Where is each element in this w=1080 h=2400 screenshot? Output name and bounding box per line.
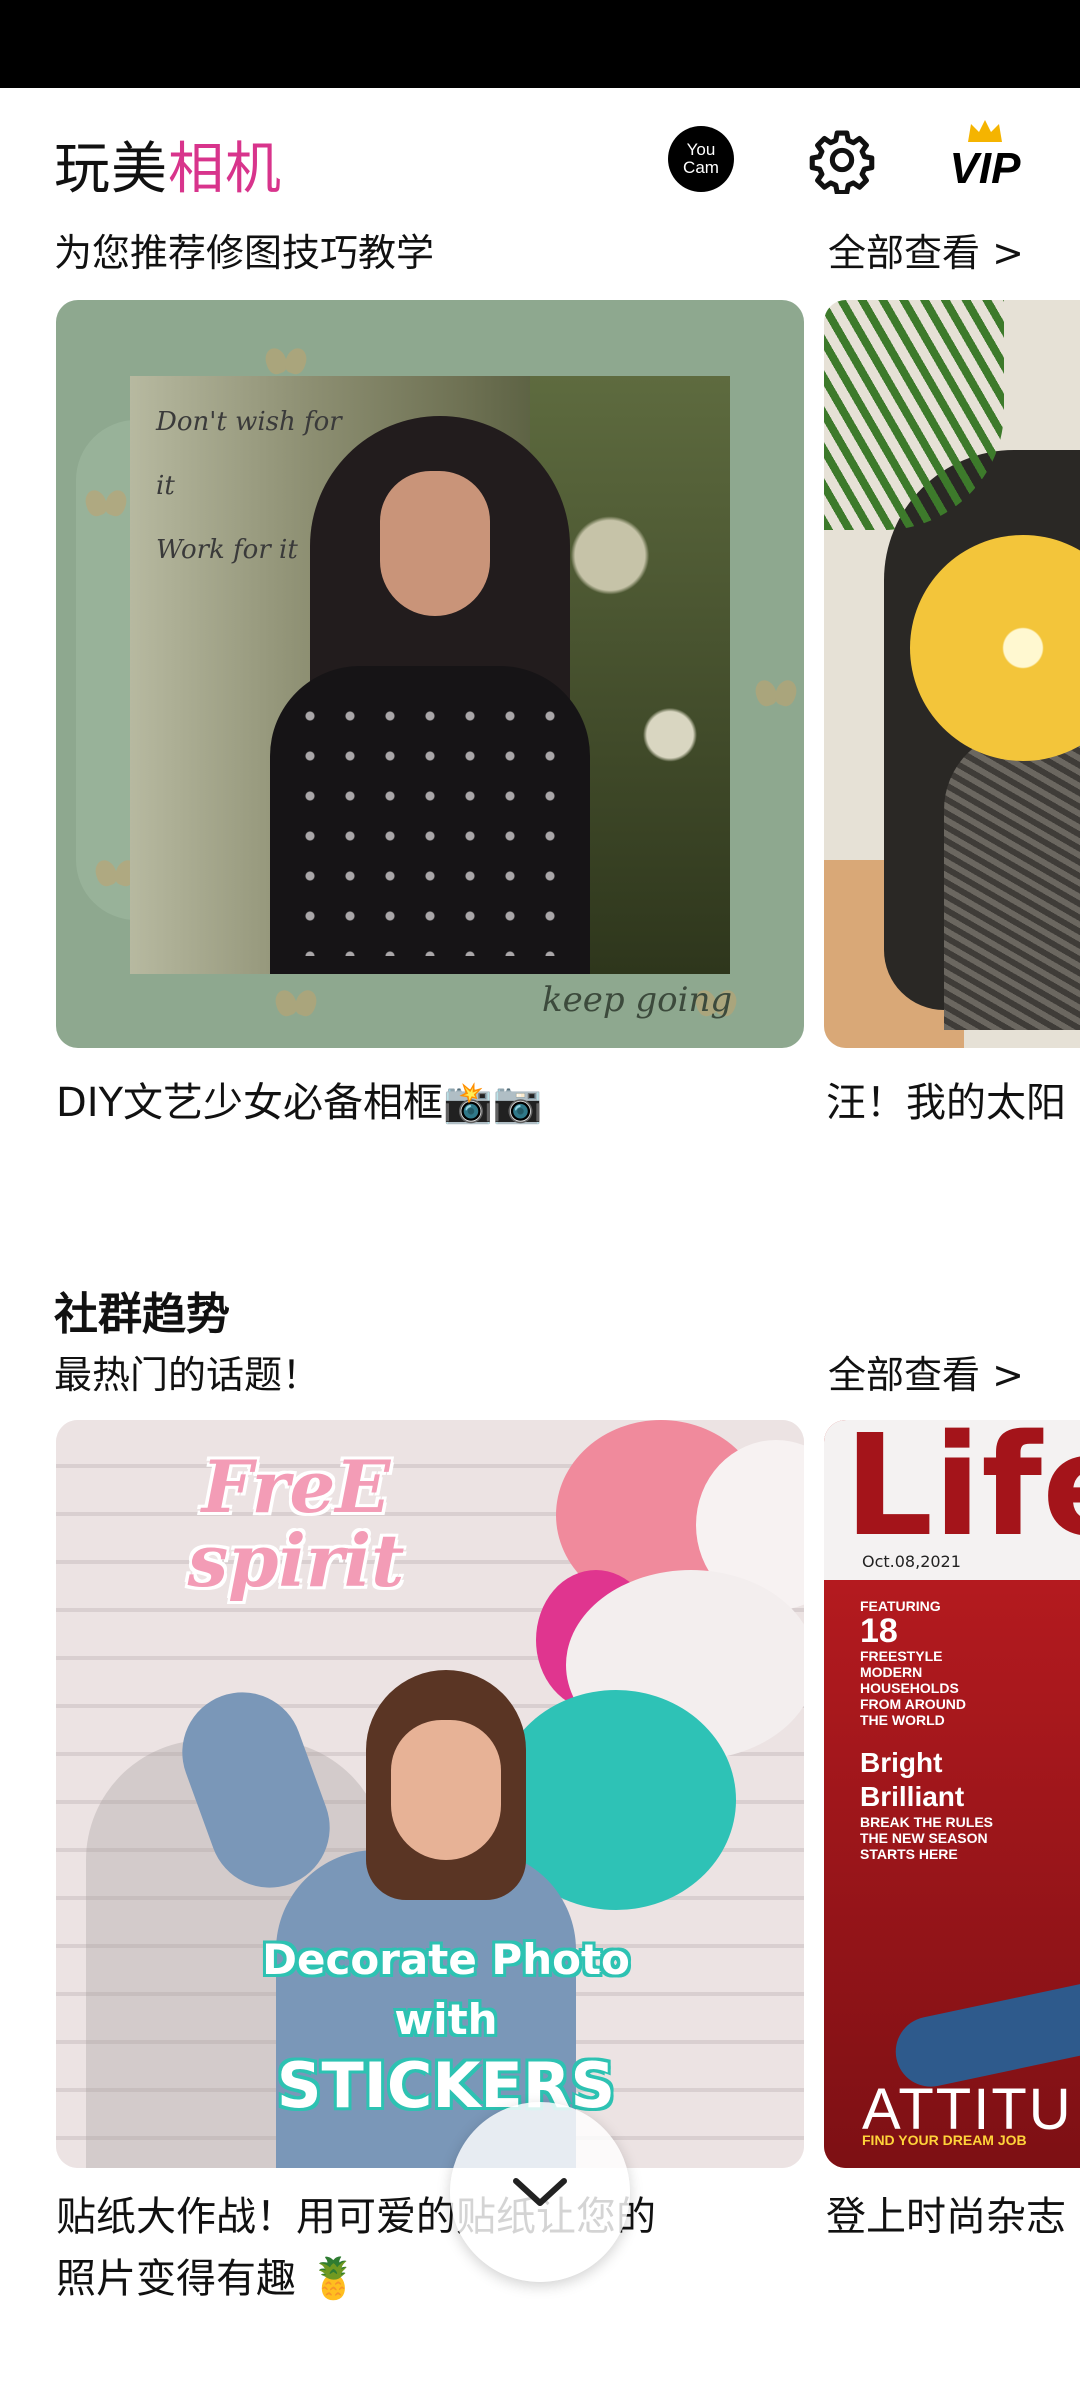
tutorial-card-lemon-dog[interactable] [824,300,1080,1048]
vip-crown-icon [968,120,1002,142]
app-title: 玩美相机 [54,124,282,205]
mag-rules: BREAK THE RULES THE NEW SEASON STARTS HE… [860,1814,994,1862]
mag-brilliant: Brilliant [860,1781,965,1812]
free-spirit-sticker: FreE spirit [187,1444,405,1603]
magazine-date: Oct.08,2021 [862,1552,961,1571]
sticker-line-3: STICKERS [276,2049,616,2122]
trends-see-all-link[interactable]: 全部查看 > [828,1344,1024,1399]
trends-subtitle: 最热门的话题！ [54,1353,321,1397]
vip-button[interactable]: VIP [948,118,1022,198]
script-line-2: Work for it [156,535,298,565]
mag-number: 18 [860,1612,898,1650]
tutorial-caption-1[interactable]: DIY文艺少女必备相框📸📷 [56,1072,543,1134]
trend-caption-1-line2: 照片变得有趣 🍍 [56,2256,359,2302]
decorate-sticker-text: Decorate Photo with STICKERS [226,1930,666,2122]
face [391,1720,501,1860]
app-header: 玩美相机 You Cam VIP [0,88,1080,228]
chevron-down-icon [513,2178,567,2206]
app-title-part1: 玩美 [54,137,168,202]
sticker-line-1: Decorate Photo [262,1935,630,1984]
floral-pattern [290,696,570,956]
magazine-title: Life [844,1420,1080,1568]
script-line-1: Don't wish for it [156,407,342,501]
mag-dream: FIND YOUR DREAM JOB [862,2132,1027,2148]
youcam-label: You Cam [683,140,719,177]
butterfly-decoration [756,680,796,706]
mag-bright: Bright [860,1747,943,1778]
app-title-part2: 相机 [168,137,282,202]
face [380,471,490,616]
magazine-cover-lines: FEATURING 18 FREESTYLE MODERN HOUSEHOLDS… [860,1598,1080,1862]
trend-card-magazine[interactable]: Life Oct.08,2021 FEATURING 18 FREESTYLE … [824,1420,1080,2168]
butterfly-decoration [86,490,126,516]
trend-caption-2[interactable]: 登上时尚杂志 [826,2186,1066,2248]
butterfly-decoration [266,348,306,374]
dog-sweater [944,730,1080,1030]
keep-going-text: keep going [542,980,733,1020]
trends-heading: 社群趋势 [54,1289,230,1340]
youcam-logo-icon[interactable]: You Cam [668,126,734,192]
status-bar [0,0,1080,88]
script-overlay-text: Don't wish for it Work for it [156,390,356,582]
tutorial-card-photo-frame[interactable]: Don't wish for it Work for it keep going [56,300,804,1048]
butterfly-decoration [276,990,316,1016]
gear-icon[interactable] [808,126,876,194]
sticker-line-2: with [394,1995,498,2044]
tutorial-caption-2[interactable]: 汪！我的太阳 [826,1072,1066,1134]
tutorials-see-all-link[interactable]: 全部查看 > [828,222,1024,277]
tutorials-subtitle: 为您推荐修图技巧教学 [54,231,435,275]
mag-list: FREESTYLE MODERN HOUSEHOLDS FROM AROUND … [860,1648,967,1728]
trend-card-stickers[interactable]: FreE spirit Decorate Photo with STICKERS [56,1420,804,2168]
vip-label: VIP [949,144,1021,193]
scroll-down-button[interactable] [450,2102,630,2282]
